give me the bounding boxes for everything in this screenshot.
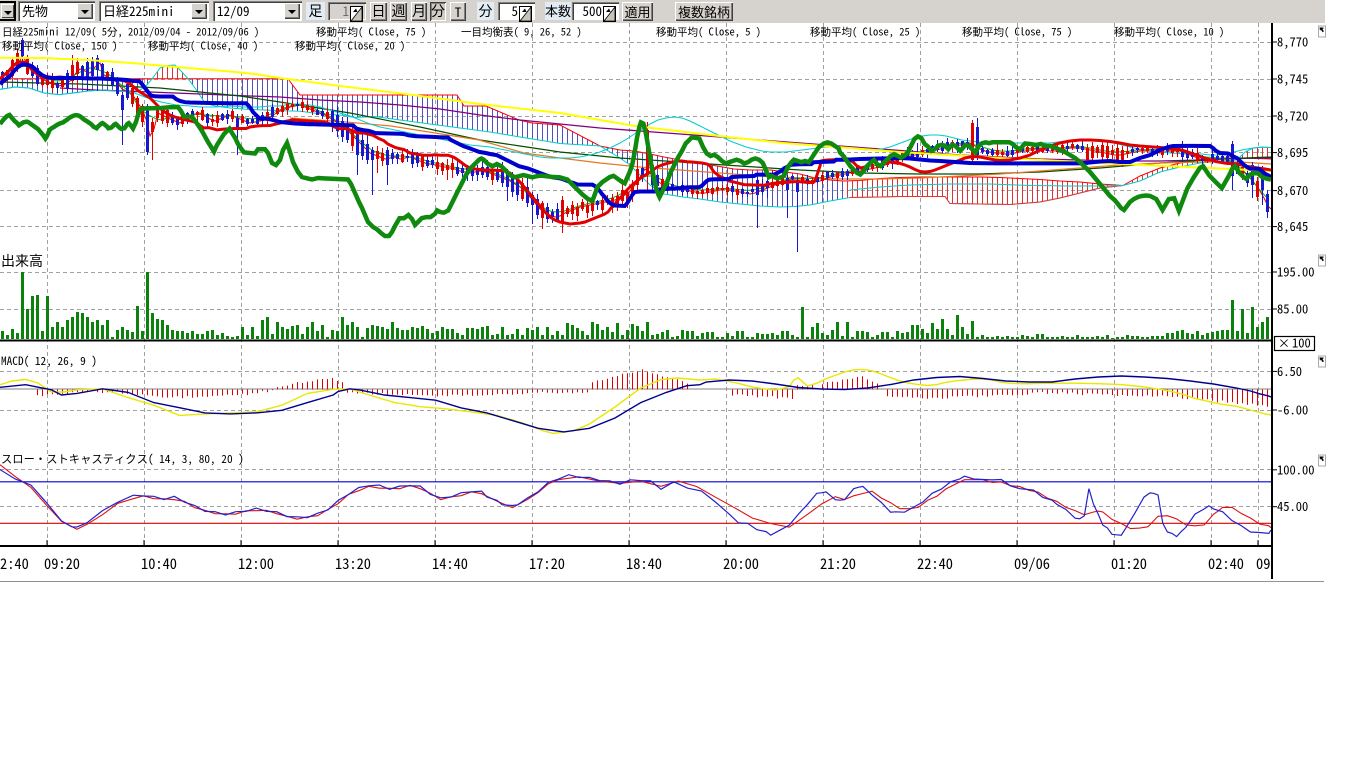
svg-text:09:20: 09:20 bbox=[44, 553, 80, 574]
svg-text:10:40: 10:40 bbox=[141, 553, 177, 574]
svg-text:8,670: 8,670 bbox=[1277, 180, 1308, 199]
svg-text:出来高: 出来高 bbox=[1, 251, 43, 271]
svg-text:45.00: 45.00 bbox=[1277, 496, 1308, 515]
svg-text:12:00: 12:00 bbox=[238, 553, 274, 574]
svg-text:14:40: 14:40 bbox=[432, 553, 468, 574]
svg-text:日経225mini 12/09( 5分, 2012/09/0: 日経225mini 12/09( 5分, 2012/09/04 - 2012/0… bbox=[2, 25, 259, 40]
svg-text:18:40: 18:40 bbox=[626, 553, 662, 574]
svg-text:17:20: 17:20 bbox=[529, 553, 565, 574]
svg-text:8,745: 8,745 bbox=[1277, 69, 1308, 88]
svg-text:移動平均( Close, 75 ): 移動平均( Close, 75 ) bbox=[962, 25, 1072, 40]
svg-text:スロー・ストキャスティクス( 14, 3, 80, 20 ): スロー・ストキャスティクス( 14, 3, 80, 20 ) bbox=[1, 451, 244, 467]
svg-text:21:20: 21:20 bbox=[820, 553, 856, 574]
svg-text:20:00: 20:00 bbox=[723, 553, 759, 574]
svg-text:01:20: 01:20 bbox=[1111, 553, 1147, 574]
svg-text:22:40: 22:40 bbox=[917, 553, 953, 574]
svg-text:8,770: 8,770 bbox=[1277, 32, 1308, 51]
svg-text:-6.00: -6.00 bbox=[1277, 400, 1308, 419]
svg-text:移動平均( Close, 40 ): 移動平均( Close, 40 ) bbox=[148, 39, 258, 54]
svg-text:移動平均( Close, 10 ): 移動平均( Close, 10 ) bbox=[1114, 25, 1224, 40]
svg-text:移動平均( Close, 150 ): 移動平均( Close, 150 ) bbox=[2, 39, 118, 54]
svg-text:100: 100 bbox=[1292, 333, 1311, 352]
svg-text:09/06: 09/06 bbox=[1014, 553, 1050, 574]
svg-text:02:40: 02:40 bbox=[1208, 553, 1244, 574]
svg-text:8,720: 8,720 bbox=[1277, 106, 1308, 125]
svg-text:MACD( 12, 26, 9 ): MACD( 12, 26, 9 ) bbox=[1, 353, 97, 369]
svg-text:8,695: 8,695 bbox=[1277, 142, 1308, 161]
svg-text:13:20: 13:20 bbox=[335, 553, 371, 574]
svg-text:移動平均( Close, 5 ): 移動平均( Close, 5 ) bbox=[656, 25, 761, 40]
svg-text:100.00: 100.00 bbox=[1277, 459, 1315, 478]
svg-text:移動平均( Close, 75 ): 移動平均( Close, 75 ) bbox=[316, 25, 426, 40]
svg-text:6.50: 6.50 bbox=[1277, 361, 1302, 380]
svg-text:移動平均( Close, 25 ): 移動平均( Close, 25 ) bbox=[810, 25, 920, 40]
svg-text:2:40: 2:40 bbox=[0, 553, 29, 574]
svg-text:一目均衡表( 9, 26, 52 ): 一目均衡表( 9, 26, 52 ) bbox=[461, 25, 582, 40]
svg-text:×: × bbox=[1278, 335, 1290, 352]
svg-text:85.00: 85.00 bbox=[1277, 299, 1308, 318]
svg-text:09: 09 bbox=[1256, 553, 1270, 574]
svg-text:移動平均( Close, 20 ): 移動平均( Close, 20 ) bbox=[295, 39, 405, 54]
svg-text:195.00: 195.00 bbox=[1277, 262, 1315, 281]
svg-text:8,645: 8,645 bbox=[1277, 216, 1308, 235]
